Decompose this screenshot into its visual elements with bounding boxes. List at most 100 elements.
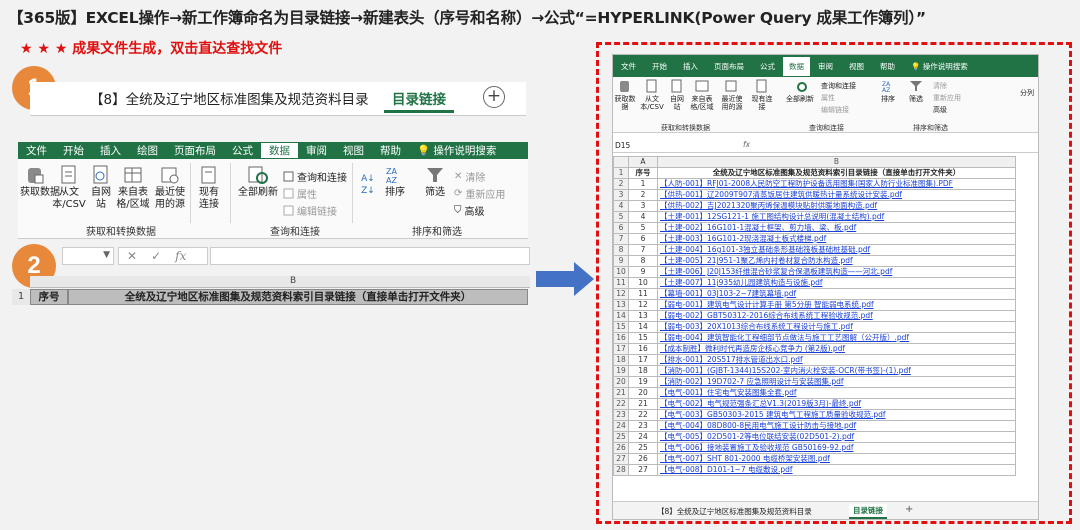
row-number-cell[interactable]: 14 — [628, 321, 658, 333]
row-number-cell[interactable]: 16 — [628, 343, 658, 355]
row-header[interactable]: 25 — [613, 431, 629, 443]
row-header[interactable]: 2 — [613, 178, 629, 190]
header-cell-number[interactable]: 序号 — [30, 289, 68, 305]
row-header[interactable]: 22 — [613, 398, 629, 410]
row-header[interactable]: 26 — [613, 442, 629, 454]
menu-view[interactable]: 视图 — [841, 61, 872, 72]
row-header[interactable]: 4 — [613, 200, 629, 212]
row-header[interactable]: 16 — [613, 332, 629, 344]
advanced-button[interactable]: 高级 — [933, 105, 947, 115]
hyperlink-cell[interactable]: 【土建-003】16G101-2现浇混凝土板式楼梯.pdf — [657, 233, 1016, 245]
header-cell-number[interactable]: 序号 — [628, 167, 658, 179]
row-header[interactable]: 9 — [613, 255, 629, 267]
hyperlink-cell[interactable]: 【弱电-002】GBT50312-2016综合布线系统工程验收规范.pdf — [657, 310, 1016, 322]
add-sheet-icon[interactable]: + — [905, 504, 913, 515]
clear-button[interactable]: ✕ 清除 — [454, 169, 485, 184]
from-text-button[interactable]: 从文本/CSV — [639, 79, 665, 111]
row-header[interactable]: 8 — [613, 244, 629, 256]
from-web-button[interactable]: 自网站 — [669, 79, 685, 111]
row-number-cell[interactable]: 23 — [628, 420, 658, 432]
hyperlink-cell[interactable]: 【土建-001】12SG121-1 施工图结构设计总说明(混凝土结构).pdf — [657, 211, 1016, 223]
refresh-all-button[interactable]: 全部刷新 — [783, 79, 817, 103]
hyperlink-cell[interactable]: 【土建-004】16g101-3独立基础条形基础筏板基础桩基础.pdf — [657, 244, 1016, 256]
row-number-cell[interactable]: 13 — [628, 310, 658, 322]
hyperlink-cell[interactable]: 【电气-004】08D800-8民用电气施工设计防击与接地.pdf — [657, 420, 1016, 432]
row-header-1[interactable]: 1 — [12, 289, 30, 305]
right-name-box[interactable]: D15 — [615, 141, 630, 150]
row-header[interactable]: 18 — [613, 354, 629, 366]
row-number-cell[interactable]: 18 — [628, 365, 658, 377]
reapply-button[interactable]: 重新应用 — [933, 93, 961, 103]
menu-page-layout[interactable]: 页面布局 — [706, 61, 752, 72]
row-header[interactable]: 12 — [613, 288, 629, 300]
row-number-cell[interactable]: 12 — [628, 299, 658, 311]
row-number-cell[interactable]: 22 — [628, 409, 658, 421]
recent-sources-button[interactable]: 最近使用的源 — [154, 165, 186, 211]
sheet-tab-catalog[interactable]: 【8】全统及辽宁地区标准图集及规范资料目录 — [84, 85, 375, 112]
menu-file[interactable]: 文件 — [18, 143, 55, 158]
row-number-cell[interactable]: 2 — [628, 189, 658, 201]
row-number-cell[interactable]: 25 — [628, 442, 658, 454]
right-fx-icon[interactable]: fx — [743, 140, 750, 149]
sheet-tab-catalog[interactable]: 【8】全统及辽宁地区标准图集及规范资料目录 — [657, 506, 812, 517]
row-number-cell[interactable]: 7 — [628, 244, 658, 256]
row-number-cell[interactable]: 17 — [628, 354, 658, 366]
edit-links-button[interactable]: 编辑链接 — [821, 105, 849, 115]
get-data-button[interactable]: 获取数据 — [20, 165, 60, 199]
left-formula-input[interactable] — [210, 247, 530, 265]
menu-formulas[interactable]: 公式 — [224, 143, 261, 158]
hyperlink-cell[interactable]: 【土建-006】J20J153纤维混合砂浆复合保温板建筑构造——河北.pdf — [657, 266, 1016, 278]
hyperlink-cell[interactable]: 【消防-001】(GJBT-1344)15S202-室内消火栓安装-OCR(带书… — [657, 365, 1016, 377]
row-number-cell[interactable]: 3 — [628, 200, 658, 212]
reapply-button[interactable]: ⟳ 重新应用 — [454, 186, 505, 201]
menu-file[interactable]: 文件 — [613, 61, 644, 72]
row-header[interactable]: 14 — [613, 310, 629, 322]
fx-icon[interactable]: fx — [175, 249, 186, 263]
hyperlink-cell[interactable]: 【弱电-004】建筑智能化工程细部节点做法与施工工艺图解（公开版）.pdf — [657, 332, 1016, 344]
row-number-cell[interactable]: 5 — [628, 222, 658, 234]
menu-data[interactable]: 数据 — [783, 56, 810, 76]
menu-insert[interactable]: 插入 — [92, 143, 129, 158]
hyperlink-cell[interactable]: 【成本制胜】微利时代再造房企核心竞争力 (第2版).pdf — [657, 343, 1016, 355]
row-header[interactable]: 11 — [613, 277, 629, 289]
row-number-cell[interactable]: 6 — [628, 233, 658, 245]
hyperlink-cell[interactable]: 【供热-001】辽2009T907清蒸饭居住建筑供暖热计量系统设计安装.pdf — [657, 189, 1016, 201]
menu-view[interactable]: 视图 — [335, 143, 372, 158]
hyperlink-cell[interactable]: 【电气-006】接地装置施工及验收规范 GB50169-92.pdf — [657, 442, 1016, 454]
row-header[interactable]: 21 — [613, 387, 629, 399]
row-header[interactable]: 3 — [613, 189, 629, 201]
row-number-cell[interactable]: 10 — [628, 277, 658, 289]
menu-home[interactable]: 开始 — [55, 143, 92, 158]
hyperlink-cell[interactable]: 【电气-001】住宅电气安装图集全套.pdf — [657, 387, 1016, 399]
recent-sources-button[interactable]: 最近使用的源 — [719, 79, 745, 111]
row-number-cell[interactable]: 8 — [628, 255, 658, 267]
row-header[interactable]: 15 — [613, 321, 629, 333]
queries-connections-button[interactable]: 查询和连接 — [283, 169, 347, 184]
hyperlink-cell[interactable]: 【消防-002】19D702-7 应急照明设计与安装图集.pdf — [657, 376, 1016, 388]
menu-home[interactable]: 开始 — [644, 61, 675, 72]
row-number-cell[interactable]: 11 — [628, 288, 658, 300]
column-header-b[interactable]: B — [290, 276, 296, 286]
existing-connections-button[interactable]: 现有连接 — [751, 79, 773, 111]
from-web-button[interactable]: 自网站 — [90, 165, 112, 211]
sheet-tab-links[interactable]: 目录链接 — [849, 504, 887, 519]
edit-links-button[interactable]: 编辑链接 — [283, 203, 337, 218]
hyperlink-cell[interactable]: 【幕墙-001】03J103-2~7建筑幕墙.pdf — [657, 288, 1016, 300]
existing-connections-button[interactable]: 现有连接 — [196, 165, 222, 211]
sort-button[interactable]: ZA AZ 排序 — [380, 165, 410, 199]
add-sheet-icon[interactable]: + — [483, 86, 505, 108]
row-header[interactable]: 23 — [613, 409, 629, 421]
row-number-cell[interactable]: 27 — [628, 464, 658, 476]
row-number-cell[interactable]: 15 — [628, 332, 658, 344]
row-number-cell[interactable]: 21 — [628, 398, 658, 410]
row-number-cell[interactable]: 24 — [628, 431, 658, 443]
menu-review[interactable]: 审阅 — [298, 143, 335, 158]
menu-draw[interactable]: 绘图 — [129, 143, 166, 158]
queries-connections-button[interactable]: 查询和连接 — [821, 81, 856, 91]
hyperlink-cell[interactable]: 【人防-001】RFJ01-2008人民防空工程防护设备选用图集(国家人防行业标… — [657, 178, 1016, 190]
menu-page-layout[interactable]: 页面布局 — [166, 143, 224, 158]
hyperlink-cell[interactable]: 【排水-001】20S517排水管道出水口.pdf — [657, 354, 1016, 366]
from-text-button[interactable]: 从文本/CSV — [52, 165, 86, 211]
menu-formulas[interactable]: 公式 — [752, 61, 783, 72]
row-header[interactable]: 10 — [613, 266, 629, 278]
